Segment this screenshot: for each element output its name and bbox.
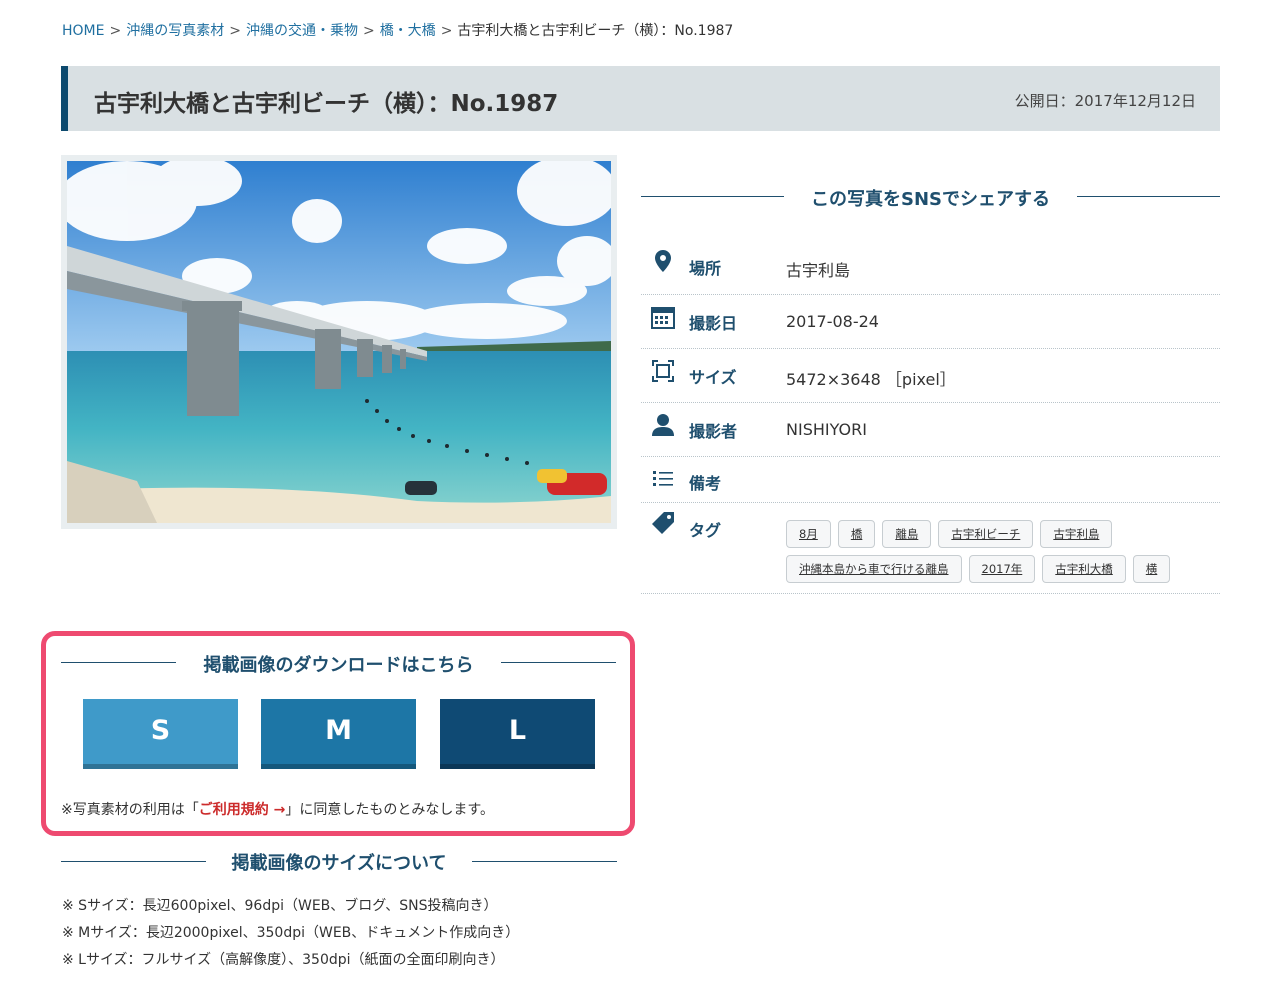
share-heading: この写真をSNSでシェアする (641, 182, 1220, 212)
info-label: 備考 (689, 474, 722, 493)
breadcrumb-okinawa-photos[interactable]: 沖縄の写真素材 (126, 23, 224, 39)
info-row-size: サイズ 5472×3648 ［pixel］ (641, 349, 1220, 403)
terms-note-before: ※写真素材の利用は「 (61, 802, 199, 818)
page-title: 古宇利大橋と古宇利ビーチ（横）：No.1987 (94, 91, 559, 117)
info-label: 撮影日 (689, 314, 738, 333)
published-date: 公開日：2017年12月12日 (1014, 92, 1196, 110)
size-info-m: ※ Mサイズ：長辺2000pixel、350dpi（WEB、ドキュメント作成向き… (62, 925, 520, 941)
breadcrumb-separator: > (362, 23, 375, 39)
info-row-photographer: 撮影者 NISHIYORI (641, 403, 1220, 457)
download-box: 掲載画像のダウンロードはこちら S M L ※写真素材の利用は「ご利用規約 →」… (41, 631, 635, 836)
breadcrumb-separator: > (229, 23, 241, 39)
info-label: 撮影者 (689, 422, 738, 441)
breadcrumb-separator: > (440, 23, 453, 39)
calendar-icon (651, 305, 675, 329)
tag-list: 8月橋離島 古宇利ビーチ 古宇利島沖縄本島から車で行ける離島 2017年 古宇利大橋横 (786, 520, 1206, 590)
list-icon (651, 467, 675, 491)
size-info-heading: 掲載画像のサイズについて (61, 848, 617, 874)
user-icon (651, 413, 675, 437)
terms-note: ※写真素材の利用は「ご利用規約 →」に同意したものとみなします。 (61, 799, 494, 819)
info-label: タグ (689, 521, 722, 540)
size-info-heading-text: 掲載画像のサイズについて (231, 853, 447, 874)
tag[interactable]: 古宇利ビーチ (938, 520, 1034, 548)
info-label: サイズ (689, 368, 737, 387)
share-heading-text: この写真をSNSでシェアする (811, 189, 1050, 210)
info-row-date: 撮影日 2017-08-24 (641, 295, 1220, 349)
info-label: 場所 (689, 259, 722, 278)
tag[interactable]: 8月 (786, 520, 831, 548)
breadcrumb-separator: > (109, 23, 122, 39)
info-row-location: 場所 古宇利島 (641, 240, 1220, 295)
download-heading-text: 掲載画像のダウンロードはこちら (203, 655, 474, 676)
breadcrumb-current: 古宇利大橋と古宇利ビーチ（横）：No.1987 (457, 23, 734, 39)
download-m-button[interactable]: M (261, 699, 416, 769)
download-heading: 掲載画像のダウンロードはこちら (61, 650, 616, 676)
download-s-button[interactable]: S (83, 699, 238, 769)
info-value-date: 2017-08-24 (786, 312, 879, 331)
tag[interactable]: 古宇利島 (1040, 520, 1113, 548)
tag[interactable]: 沖縄本島から車で行ける離島 (786, 555, 962, 583)
download-l-button[interactable]: L (440, 699, 595, 769)
photo-kouri-bridge[interactable] (67, 161, 611, 523)
breadcrumb-transport[interactable]: 沖縄の交通・乗物 (246, 23, 358, 39)
heading-rule (501, 662, 616, 663)
photo-frame (61, 155, 617, 529)
info-row-tags: タグ 8月橋離島 古宇利ビーチ 古宇利島沖縄本島から車で行ける離島 2017年 古宇利大… (641, 503, 1220, 594)
tag[interactable]: 2017年 (968, 555, 1036, 583)
page-header: 古宇利大橋と古宇利ビーチ（横）：No.1987 公開日：2017年12月12日 (61, 66, 1220, 131)
tag[interactable]: 離島 (882, 520, 932, 548)
terms-link[interactable]: ご利用規約 → (199, 802, 286, 818)
breadcrumb-bridges[interactable]: 橋・大橋 (380, 23, 436, 39)
info-value-size: 5472×3648 ［pixel］ (786, 370, 956, 389)
info-value-photographer: NISHIYORI (786, 420, 867, 439)
heading-rule (1077, 196, 1220, 197)
breadcrumb: HOME > 沖縄の写真素材 > 沖縄の交通・乗物 > 橋・大橋 > 古宇利大橋と古宇利ビーチ（… (62, 20, 733, 40)
map-pin-icon (651, 249, 675, 273)
heading-rule (472, 861, 617, 862)
tag-icon (651, 511, 675, 535)
info-value-location: 古宇利島 (786, 261, 851, 280)
size-info-list: ※ Sサイズ：長辺600pixel、96dpi（WEB、ブログ、SNS投稿向き）… (62, 893, 519, 974)
tag[interactable]: 古宇利大橋 (1042, 555, 1126, 583)
tag[interactable]: 橋 (837, 520, 876, 548)
breadcrumb-home[interactable]: HOME (62, 23, 104, 39)
info-row-notes: 備考 (641, 457, 1220, 503)
frame-size-icon (651, 359, 675, 383)
size-info-l: ※ Lサイズ：フルサイズ（高解像度）、350dpi（紙面の全面印刷向き） (62, 952, 505, 968)
tag[interactable]: 横 (1132, 555, 1171, 583)
size-info-s: ※ Sサイズ：長辺600pixel、96dpi（WEB、ブログ、SNS投稿向き） (62, 898, 498, 914)
terms-note-after: 」に同意したものとみなします。 (285, 802, 494, 818)
photo-info-table: 場所 古宇利島 撮影日 2017-08-24 サイズ 5472×3648 ［pi… (641, 240, 1220, 594)
